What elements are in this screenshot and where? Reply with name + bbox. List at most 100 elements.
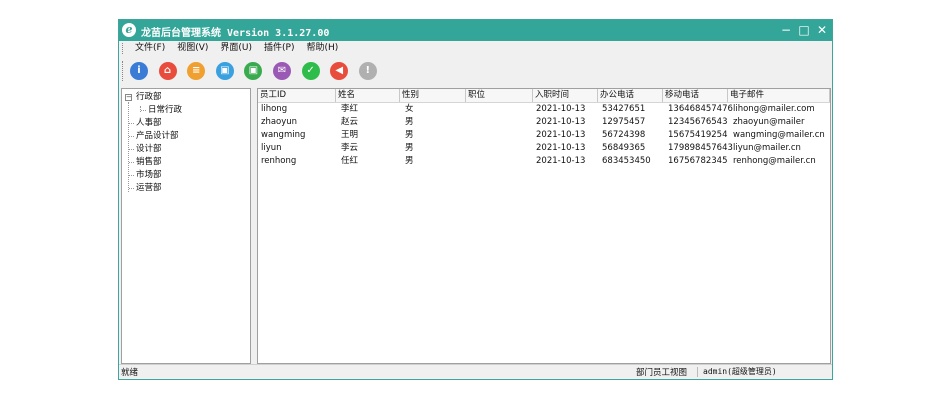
toolbar-document-button[interactable]: ≡ [187, 62, 206, 80]
table-cell: zhaoyun [261, 117, 298, 127]
column-header[interactable]: 员工ID [258, 89, 336, 102]
status-user: admin(超级管理员) [703, 367, 777, 376]
menu-grip [122, 43, 125, 54]
column-header[interactable]: 电子邮件 [728, 89, 830, 102]
title-bar[interactable]: e 龙苗后台管理系统 Version 3.1.27.00 − □ ✕ [119, 20, 832, 41]
table-cell: 任红 [341, 156, 359, 166]
toolbar-person-button[interactable]: ▣ [244, 62, 263, 80]
table-cell: 李红 [341, 104, 359, 114]
tree-connector [129, 123, 134, 124]
column-header[interactable]: 性别 [400, 89, 466, 102]
menu-file[interactable]: 文件(F) [129, 42, 171, 55]
table-cell: 女 [405, 104, 414, 114]
table-cell: 16756782345 [668, 156, 728, 166]
contact-card-icon: ▣ [220, 65, 230, 76]
table-cell: liyun [261, 143, 282, 153]
column-header[interactable]: 办公电话 [598, 89, 663, 102]
toolbar-grip [122, 61, 123, 81]
table-cell: 男 [405, 130, 414, 140]
window-controls: − □ ✕ [780, 23, 828, 37]
table-cell: 136468457476 [668, 104, 733, 114]
table-cell: 53427651 [602, 104, 646, 114]
toolbar-user-info-button[interactable]: i [130, 62, 148, 80]
table-cell: renhong [261, 156, 297, 166]
tree-item[interactable]: 人事部 [136, 117, 162, 129]
tree-connector [129, 149, 134, 150]
tree-item[interactable]: 行政部 [136, 91, 162, 103]
table-cell: 男 [405, 117, 414, 127]
table-cell: 12975457 [602, 117, 646, 127]
table-cell: 男 [405, 143, 414, 153]
tree-item[interactable]: 设计部 [136, 143, 162, 155]
table-cell: lihong [261, 104, 288, 114]
close-button[interactable]: ✕ [816, 23, 828, 37]
table-row[interactable]: zhaoyun 赵云 男 2021-10-13 12975457 12345676543 z… [258, 117, 830, 129]
status-ready: 就绪 [121, 368, 139, 378]
user-info-icon: i [137, 65, 141, 76]
tree-item[interactable]: 运营部 [136, 182, 162, 194]
table-cell: 王明 [341, 130, 359, 140]
toolbar-mail-button[interactable]: ✉ [273, 62, 291, 80]
column-header[interactable]: 入职时间 [533, 89, 598, 102]
app-window: e 龙苗后台管理系统 Version 3.1.27.00 − □ ✕ 文件(F)… [118, 19, 833, 380]
tree-item[interactable]: 销售部 [136, 156, 162, 168]
person-icon: ▣ [248, 65, 259, 76]
tree-connector [129, 175, 134, 176]
tree-connector [128, 102, 129, 192]
table-cell: 赵云 [341, 117, 359, 127]
table-cell: wangming [261, 130, 306, 140]
status-bar: 就绪 部门员工视图 admin(超级管理员) [119, 364, 832, 379]
maximize-button[interactable]: □ [798, 23, 810, 37]
tree-item[interactable]: 产品设计部 [136, 130, 179, 142]
tree-item[interactable]: 日常行政 [148, 104, 182, 116]
table-cell: lihong@mailer.com [733, 104, 815, 114]
tree-connector [140, 106, 141, 112]
column-header[interactable]: 移动电话 [663, 89, 728, 102]
table-cell: 179898457643 [668, 143, 733, 153]
tree-connector [129, 136, 134, 137]
list-header: 员工ID 姓名 性别 职位 入职时间 办公电话 移动电话 电子邮件 [258, 89, 830, 103]
tree-connector [141, 110, 146, 111]
table-cell: 2021-10-13 [536, 104, 586, 114]
collapse-expander-icon[interactable]: − [125, 94, 132, 101]
tree-connector [129, 188, 134, 189]
column-header[interactable]: 职位 [466, 89, 533, 102]
menu-bar: 文件(F) 视图(V) 界面(U) 插件(P) 帮助(H) [119, 41, 832, 56]
volume-icon: ◀ [335, 65, 344, 76]
toolbar-volume-button[interactable]: ◀ [330, 62, 349, 80]
toolbar-contact-card-button[interactable]: ▣ [215, 62, 234, 80]
mail-icon: ✉ [277, 65, 287, 76]
tree-item[interactable]: 市场部 [136, 169, 162, 181]
shield-check-icon: ✓ [306, 65, 315, 76]
table-cell: 683453450 [602, 156, 651, 166]
table-cell: 56724398 [602, 130, 646, 140]
menu-interface[interactable]: 界面(U) [214, 42, 258, 55]
table-cell: 2021-10-13 [536, 130, 586, 140]
table-cell: 56849365 [602, 143, 646, 153]
table-row[interactable]: lihong 李红 女 2021-10-13 53427651 136468457476 l… [258, 104, 830, 116]
toolbar-alert-button[interactable]: ! [358, 62, 377, 80]
table-cell: liyun@mailer.cn [733, 143, 801, 153]
table-cell: 15675419254 [668, 130, 728, 140]
table-cell: 2021-10-13 [536, 143, 586, 153]
toolbar-home-button[interactable]: ⌂ [158, 62, 177, 80]
table-row[interactable]: renhong 任红 男 2021-10-13 683453450 16756782345… [258, 156, 830, 168]
toolbar-shield-check-button[interactable]: ✓ [301, 62, 320, 80]
menu-plugins[interactable]: 插件(P) [258, 42, 300, 55]
home-icon: ⌂ [164, 65, 172, 76]
table-cell: 12345676543 [668, 117, 728, 127]
department-tree: − 行政部 日常行政 人事部 产品设计部 设计部 销售部 市场部 运营部 [121, 88, 251, 364]
document-icon: ≡ [191, 65, 201, 76]
menu-view[interactable]: 视图(V) [171, 42, 214, 55]
minimize-button[interactable]: − [780, 23, 792, 37]
table-row[interactable]: wangming 王明 男 2021-10-13 56724398 15675419254… [258, 130, 830, 142]
status-view: 部门员工视图 [636, 368, 688, 378]
alert-icon: ! [365, 65, 371, 76]
status-divider [697, 367, 698, 377]
menu-help[interactable]: 帮助(H) [300, 42, 344, 55]
toolbar: i ⌂ ≡ ▣ ▣ ✉ ✓ ◀! [119, 56, 832, 86]
table-row[interactable]: liyun 李云 男 2021-10-13 56849365 179898457643 li… [258, 143, 830, 155]
column-header[interactable]: 姓名 [336, 89, 400, 102]
tree-connector [129, 162, 134, 163]
table-cell: 2021-10-13 [536, 117, 586, 127]
